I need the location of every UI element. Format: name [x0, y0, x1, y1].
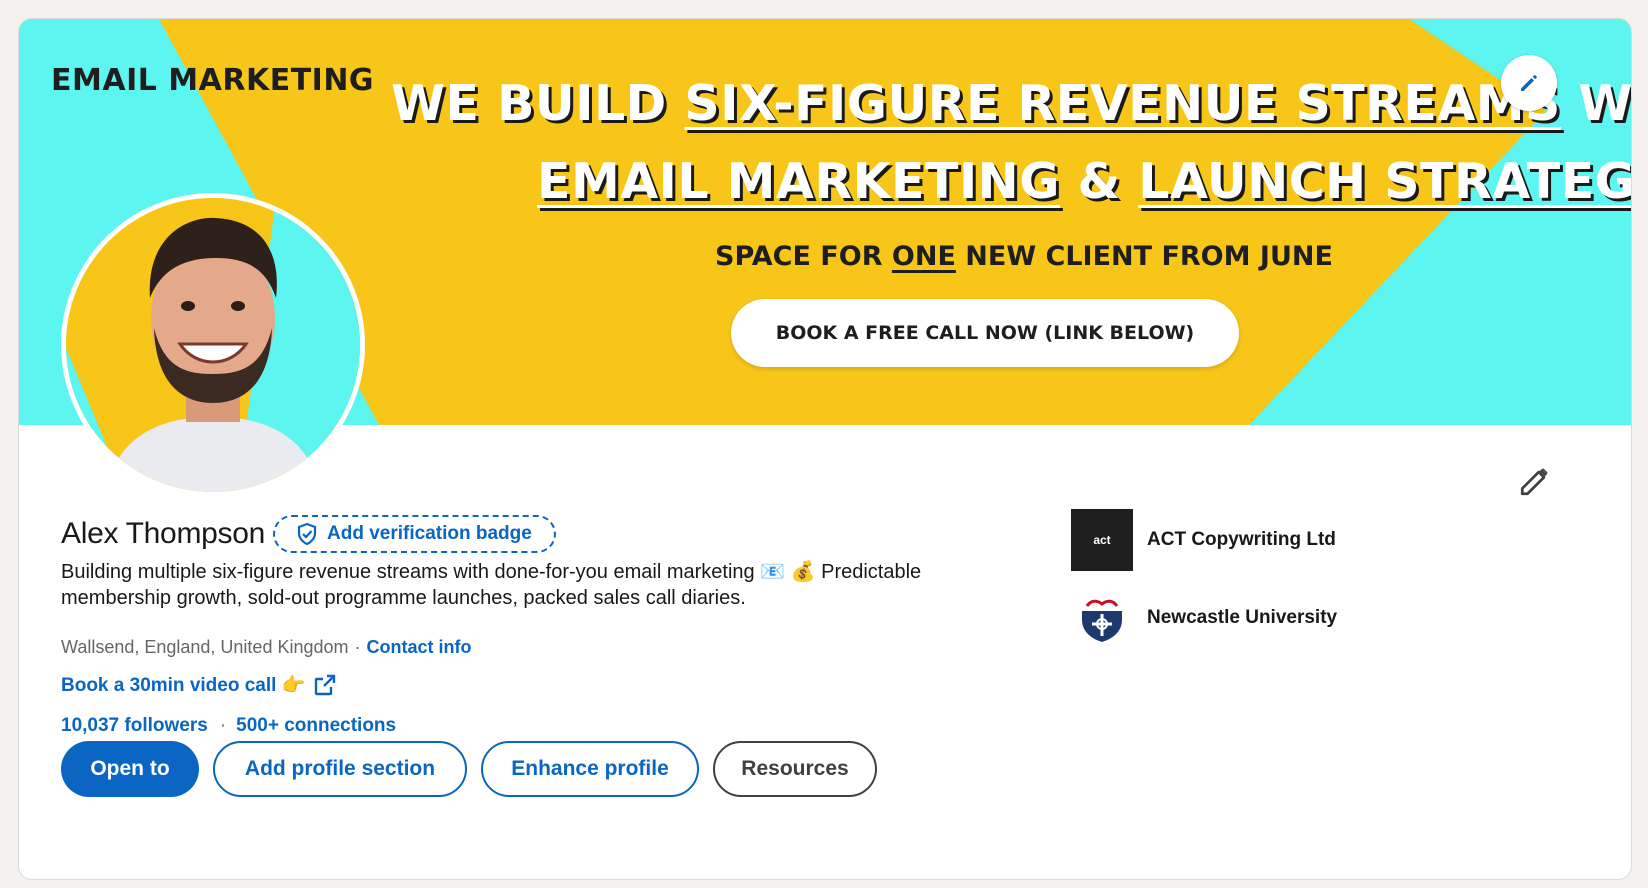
enhance-profile-button[interactable]: Enhance profile	[481, 741, 699, 797]
shield-check-icon	[297, 522, 317, 546]
banner-tag: EMAIL MARKETING	[51, 63, 375, 98]
org-newcastle-university[interactable]: Newcastle University	[1071, 587, 1337, 649]
act-logo-text: act	[1093, 533, 1111, 547]
location-row: Wallsend, England, United Kingdom · Cont…	[61, 637, 472, 658]
act-copywriting-logo: act	[1071, 509, 1133, 571]
book-call-link[interactable]: Book a 30min video call 👉	[61, 673, 337, 697]
add-verification-badge-button[interactable]: Add verification badge	[273, 515, 556, 553]
location-separator: ·	[354, 637, 361, 657]
connections-link[interactable]: 500+ connections	[236, 715, 396, 737]
external-link-icon	[315, 674, 336, 696]
network-separator: ·	[219, 715, 227, 736]
open-to-button[interactable]: Open to	[61, 741, 199, 797]
banner-edit-button[interactable]	[1501, 55, 1557, 111]
profile-photo[interactable]	[61, 193, 365, 497]
profile-edit-button[interactable]	[1513, 459, 1557, 503]
banner-subline: SPACE FOR ONE NEW CLIENT FROM JUNE	[715, 241, 1333, 272]
org-act-copywriting[interactable]: act ACT Copywriting Ltd	[1071, 509, 1336, 571]
contact-info-link[interactable]: Contact info	[367, 637, 472, 658]
followers-link[interactable]: 10,037 followers	[61, 715, 208, 737]
org-name: ACT Copywriting Ltd	[1147, 529, 1336, 550]
profile-headline: Building multiple six-figure revenue str…	[61, 561, 922, 609]
verification-badge-label: Add verification badge	[327, 523, 532, 544]
avatar-illustration	[66, 198, 360, 492]
add-profile-section-button[interactable]: Add profile section	[213, 741, 467, 797]
pencil-icon	[1521, 75, 1537, 91]
pencil-icon	[1520, 468, 1548, 496]
profile-location: Wallsend, England, United Kingdom	[61, 637, 349, 657]
banner-headline-line-2: EMAIL MARKETING & LAUNCH STRATEGY	[537, 153, 1632, 210]
profile-actions: Open to Add profile section Enhance prof…	[61, 741, 877, 797]
org-name: Newcastle University	[1147, 607, 1338, 628]
book-call-label: Book a 30min video call 👉	[61, 675, 306, 696]
resources-button[interactable]: Resources	[713, 741, 877, 797]
profile-card: EMAIL MARKETING WE BUILD SIX-FIGURE REVE…	[18, 18, 1632, 880]
banner-headline-line-1: WE BUILD SIX-FIGURE REVENUE STREAMS WITH	[391, 75, 1632, 132]
network-stats: 10,037 followers · 500+ connections	[61, 715, 396, 737]
newcastle-university-crest-icon	[1071, 587, 1133, 649]
profile-name: Alex Thompson	[61, 517, 265, 550]
banner-cta-pill: BOOK A FREE CALL NOW (LINK BELOW)	[731, 299, 1239, 367]
name-row: Alex Thompson Add verification badge	[61, 515, 556, 553]
